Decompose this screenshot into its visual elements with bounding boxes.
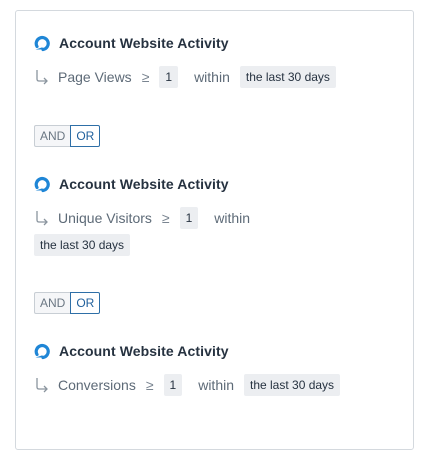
value-chip[interactable]: 1 xyxy=(163,374,183,396)
time-range-chip[interactable]: the last 30 days xyxy=(239,66,336,88)
and-button[interactable]: AND xyxy=(34,292,71,314)
within-label: within xyxy=(194,69,230,85)
and-or-toggle-2: AND OR xyxy=(34,292,101,314)
condition-row: Conversions ≥ 1 within the last 30 days xyxy=(34,374,394,396)
account-logo-icon xyxy=(34,35,50,52)
branch-arrow-icon xyxy=(36,70,48,85)
condition-block-3: Account Website Activity Conversions ≥ 1… xyxy=(34,340,394,396)
and-or-toggle-1: AND OR xyxy=(34,125,101,147)
value-chip[interactable]: 1 xyxy=(159,66,179,88)
condition-title-row: Account Website Activity xyxy=(34,340,394,362)
or-button[interactable]: OR xyxy=(70,292,101,314)
within-label: within xyxy=(198,377,234,393)
metric-label[interactable]: Conversions xyxy=(58,377,136,393)
account-logo-icon xyxy=(34,176,50,193)
condition-block-2: Account Website Activity Unique Visitors… xyxy=(34,173,394,256)
filter-panel: Account Website Activity Page Views ≥ 1 … xyxy=(15,10,414,450)
operator-label[interactable]: ≥ xyxy=(146,377,154,393)
branch-arrow-icon xyxy=(36,211,48,226)
time-range-chip[interactable]: the last 30 days xyxy=(244,374,341,396)
condition-row: Page Views ≥ 1 within the last 30 days xyxy=(34,66,394,88)
value-chip[interactable]: 1 xyxy=(179,207,199,229)
condition-row: Unique Visitors ≥ 1 within the last 30 d… xyxy=(34,207,294,256)
condition-block-1: Account Website Activity Page Views ≥ 1 … xyxy=(34,32,394,88)
metric-label[interactable]: Unique Visitors xyxy=(58,210,152,226)
condition-title: Account Website Activity xyxy=(59,35,229,51)
branch-arrow-icon xyxy=(36,378,48,393)
condition-title-row: Account Website Activity xyxy=(34,173,394,195)
condition-title: Account Website Activity xyxy=(59,176,229,192)
metric-label[interactable]: Page Views xyxy=(58,69,132,85)
and-button[interactable]: AND xyxy=(34,125,71,147)
condition-title: Account Website Activity xyxy=(59,343,229,359)
clipped-header-text xyxy=(170,0,320,3)
within-label: within xyxy=(214,210,251,226)
condition-title-row: Account Website Activity xyxy=(34,32,394,54)
operator-label[interactable]: ≥ xyxy=(162,210,170,226)
or-button[interactable]: OR xyxy=(70,125,101,147)
time-range-chip[interactable]: the last 30 days xyxy=(34,234,131,256)
operator-label[interactable]: ≥ xyxy=(142,69,150,85)
account-logo-icon xyxy=(34,343,50,360)
